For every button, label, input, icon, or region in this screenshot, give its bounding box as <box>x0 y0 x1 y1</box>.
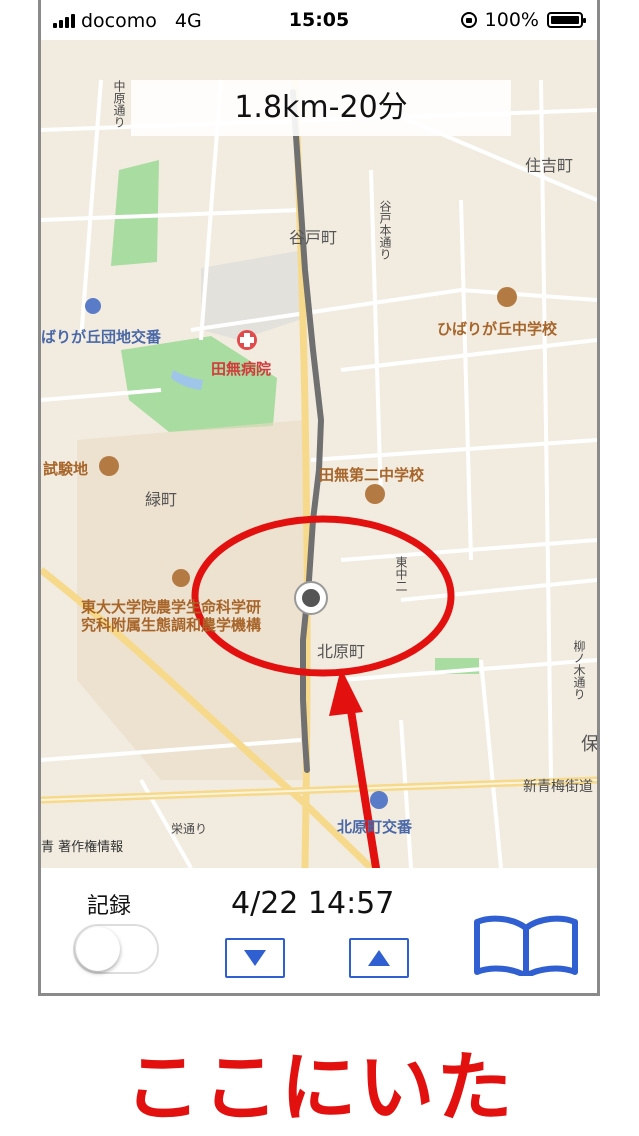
battery-percent: 100% <box>484 9 539 31</box>
map-copyright-link[interactable]: 著作権情報 <box>58 840 123 855</box>
status-right: 100% <box>460 9 586 31</box>
map-label-midoricho: 緑町 <box>145 490 178 509</box>
phone-frame: docomo 4G 15:05 100% 1.8km-20分 住吉町 谷戸町 谷… <box>38 0 600 996</box>
route-distance-time: 1.8km-20分 <box>131 80 511 136</box>
map-label-tanashi-dai2: 田無第二中学校 <box>319 466 425 484</box>
map-label-sakae-dori: 栄通り <box>171 822 208 836</box>
map-copyright-prefix: 青 <box>41 840 55 855</box>
map-label-shin-ome: 新青梅街道 <box>523 779 593 795</box>
map-label-higashi-naka: 東中二 <box>394 556 408 592</box>
rotation-lock-icon <box>460 12 477 28</box>
map-label-yamaki-dori: 柳ノ木通り <box>572 640 586 700</box>
toggle-knob <box>76 927 120 971</box>
triangle-up-icon <box>368 950 390 966</box>
map-label-todai-2: 究科附属生態調和農学機構 <box>81 616 262 634</box>
map-label-kitaharacho: 北原町 <box>317 642 366 661</box>
status-bar: docomo 4G 15:05 100% <box>41 0 597 40</box>
next-up-button[interactable] <box>349 938 409 978</box>
bottom-toolbar: 記録 4/22 14:57 <box>41 868 597 993</box>
map-view[interactable]: 1.8km-20分 住吉町 谷戸町 谷戸本通り ばりが丘団地交番 ひばりが丘中学… <box>41 40 597 868</box>
annotation-caption: ここにいた <box>124 1043 515 1132</box>
map-graphics <box>41 79 597 868</box>
map-label-ho: 保 <box>581 730 597 756</box>
map-label-yatocho: 谷戸町 <box>289 228 338 247</box>
map-label-kitahara-police: 北原町交番 <box>337 818 413 836</box>
open-book-icon[interactable] <box>473 914 579 976</box>
map-copyright[interactable]: 青 著作権情報 <box>41 836 123 855</box>
map-label-nakahara-dori: 中原通り <box>112 80 126 128</box>
triangle-down-icon <box>244 950 266 966</box>
record-datetime: 4/22 14:57 <box>231 886 395 921</box>
battery-icon <box>547 12 586 28</box>
map-label-sumiyoshi: 住吉町 <box>525 156 574 175</box>
record-toggle[interactable] <box>73 924 159 974</box>
map-label-shikenchi: 試験地 <box>43 460 89 478</box>
map-label-hibarigaoka-jhs: ひばりが丘中学校 <box>437 320 558 338</box>
map-label-hibarigaoka-police: ばりが丘団地交番 <box>41 328 162 346</box>
record-label: 記録 <box>87 894 132 919</box>
map-label-tanashi-hospital: 田無病院 <box>211 360 272 378</box>
previous-down-button[interactable] <box>225 938 285 978</box>
map-label-yato-hondori: 谷戸本通り <box>378 200 392 260</box>
